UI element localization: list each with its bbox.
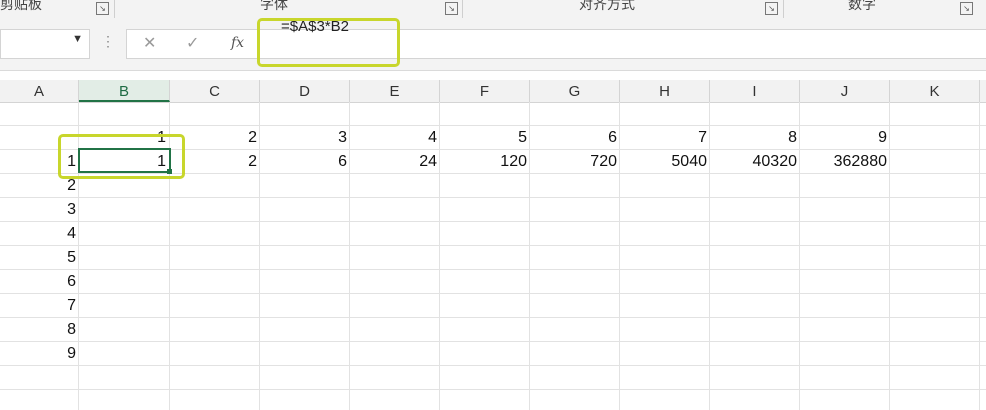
grid-line bbox=[0, 221, 986, 222]
cell-f1[interactable]: 5 bbox=[440, 126, 530, 149]
column-header-k[interactable]: K bbox=[890, 80, 980, 102]
cell-e1[interactable]: 4 bbox=[350, 126, 440, 149]
name-box[interactable]: ▼ bbox=[0, 29, 90, 59]
ribbon-group-strip: 剪贴板 ↘ 字体 ↘ 对齐方式 ↘ 数字 ↘ bbox=[0, 0, 986, 21]
column-header-j[interactable]: J bbox=[800, 80, 890, 102]
cell-j1[interactable]: 9 bbox=[800, 126, 890, 149]
cell-a7[interactable]: 6 bbox=[0, 270, 79, 293]
insert-function-icon[interactable]: fx bbox=[231, 35, 244, 51]
cell-h2[interactable]: 5040 bbox=[620, 150, 710, 173]
formula-bar: ▼ ⋮ ✕ ✓ fx bbox=[0, 20, 986, 71]
cell-i2[interactable]: 40320 bbox=[710, 150, 800, 173]
formula-highlight-box bbox=[257, 18, 400, 67]
column-header-i[interactable]: I bbox=[710, 80, 800, 102]
ribbon-group-label: 字体 bbox=[260, 0, 288, 12]
dialog-launcher-icon[interactable]: ↘ bbox=[765, 2, 778, 15]
column-header-b[interactable]: B bbox=[79, 80, 170, 102]
formula-input-area[interactable]: ✕ ✓ fx bbox=[126, 29, 986, 59]
grid-line bbox=[0, 197, 986, 198]
column-header-e[interactable]: E bbox=[350, 80, 440, 102]
cell-a5[interactable]: 4 bbox=[0, 222, 79, 245]
cell-a9[interactable]: 8 bbox=[0, 318, 79, 341]
dialog-launcher-icon[interactable]: ↘ bbox=[96, 2, 109, 15]
cell-f2[interactable]: 120 bbox=[440, 150, 530, 173]
cell-e2[interactable]: 24 bbox=[350, 150, 440, 173]
cell-i1[interactable]: 8 bbox=[710, 126, 800, 149]
cell-h1[interactable]: 7 bbox=[620, 126, 710, 149]
cell-highlight-box bbox=[58, 134, 185, 179]
grid-line bbox=[0, 389, 986, 390]
ribbon-group-label: 数字 bbox=[848, 0, 876, 12]
cancel-icon[interactable]: ✕ bbox=[143, 33, 156, 53]
column-header-h[interactable]: H bbox=[620, 80, 710, 102]
grid-line bbox=[0, 245, 986, 246]
column-header-a[interactable]: A bbox=[0, 80, 79, 102]
column-header-g[interactable]: G bbox=[530, 80, 620, 102]
cell-d1[interactable]: 3 bbox=[260, 126, 350, 149]
cell-d2[interactable]: 6 bbox=[260, 150, 350, 173]
splitter-handle-icon[interactable]: ⋮ bbox=[101, 33, 115, 50]
chevron-down-icon[interactable]: ▼ bbox=[72, 33, 83, 45]
enter-icon[interactable]: ✓ bbox=[186, 33, 199, 53]
ribbon-group-label: 对齐方式 bbox=[579, 0, 635, 12]
dialog-launcher-icon[interactable]: ↘ bbox=[960, 2, 973, 15]
grid-line bbox=[0, 365, 986, 366]
column-header-c[interactable]: C bbox=[170, 80, 260, 102]
grid-line bbox=[0, 341, 986, 342]
grid-line bbox=[0, 317, 986, 318]
ribbon-group-alignment: 对齐方式 ↘ bbox=[463, 0, 781, 20]
dialog-launcher-icon[interactable]: ↘ bbox=[445, 2, 458, 15]
ribbon-group-font: 字体 ↘ bbox=[115, 0, 460, 20]
cell-a6[interactable]: 5 bbox=[0, 246, 79, 269]
grid-line bbox=[0, 269, 986, 270]
ribbon-group-number: 数字 ↘ bbox=[784, 0, 984, 20]
cell-a8[interactable]: 7 bbox=[0, 294, 79, 317]
column-header-f[interactable]: F bbox=[440, 80, 530, 102]
cell-j2[interactable]: 362880 bbox=[800, 150, 890, 173]
column-header-d[interactable]: D bbox=[260, 80, 350, 102]
cell-a10[interactable]: 9 bbox=[0, 342, 79, 365]
ribbon-group-label: 剪贴板 bbox=[0, 0, 42, 12]
column-header-row: A B C D E F G H I J K bbox=[0, 80, 986, 103]
ribbon-group-clipboard: 剪贴板 ↘ bbox=[0, 0, 112, 20]
worksheet-grid[interactable]: 1 2 3 4 5 6 7 8 9 1 1 2 6 24 120 720 504… bbox=[0, 102, 986, 410]
cell-g2[interactable]: 720 bbox=[530, 150, 620, 173]
grid-line bbox=[0, 293, 986, 294]
cell-g1[interactable]: 6 bbox=[530, 126, 620, 149]
cell-a4[interactable]: 3 bbox=[0, 198, 79, 221]
